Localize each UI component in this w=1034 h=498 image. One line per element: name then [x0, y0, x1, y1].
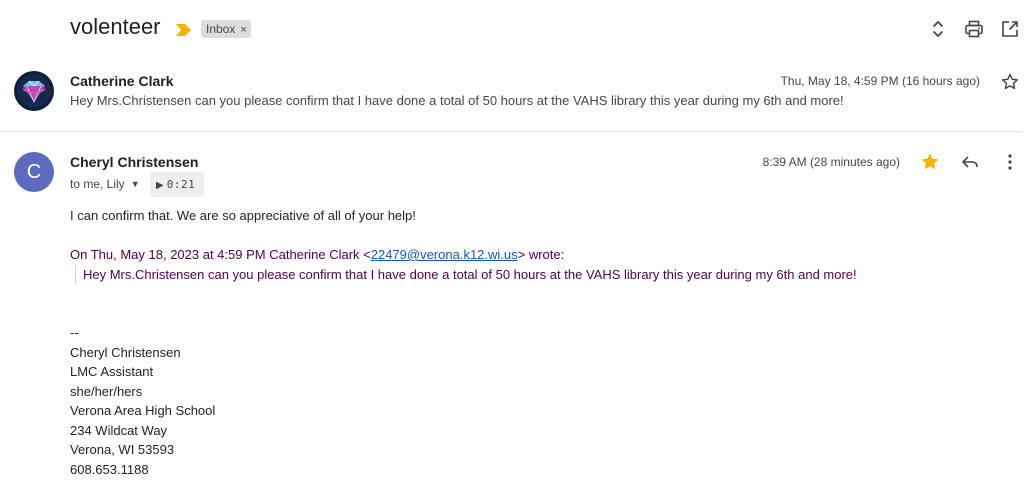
more-options-icon[interactable]	[1000, 152, 1020, 172]
signature-separator: --	[70, 325, 79, 340]
quote-header-suffix: > wrote:	[517, 247, 565, 262]
signature-title: LMC Assistant	[70, 364, 154, 379]
signature-phone: 608.653.1188	[70, 462, 149, 477]
recipients-text: to me, Lily	[70, 177, 125, 191]
catherine-avatar[interactable]	[14, 71, 54, 111]
audio-summary-button[interactable]: ▶ 0:21	[150, 172, 204, 197]
message-body: I can confirm that. We are so appreciati…	[70, 208, 416, 223]
star-icon[interactable]	[1000, 72, 1020, 92]
star-filled-icon[interactable]	[920, 152, 940, 172]
quote-header: On Thu, May 18, 2023 at 4:59 PM Catherin…	[70, 247, 564, 262]
play-icon: ▶	[156, 180, 164, 191]
quote-header-prefix: On Thu, May 18, 2023 at 4:59 PM Catherin…	[70, 247, 371, 262]
signature-school: Verona Area High School	[70, 403, 216, 418]
importance-marker-icon[interactable]	[176, 23, 191, 36]
message-date: Thu, May 18, 4:59 PM (16 hours ago)	[780, 74, 980, 88]
signature-street: 234 Wildcat Way	[70, 423, 168, 438]
print-icon[interactable]	[964, 19, 984, 39]
remove-label-icon[interactable]: ×	[240, 24, 246, 36]
message-snippet[interactable]: Hey Mrs.Christensen can you please confi…	[70, 93, 844, 108]
signature-pronouns: she/her/hers	[70, 384, 143, 399]
sender-name[interactable]: Cheryl Christensen	[70, 154, 198, 170]
recipients-line: to me, Lily ▼	[70, 177, 140, 191]
reply-icon[interactable]	[960, 152, 980, 172]
inbox-label-text: Inbox	[206, 22, 236, 36]
show-details-chevron-icon[interactable]: ▼	[131, 179, 140, 189]
sender-name[interactable]: Catherine Clark	[70, 73, 173, 89]
audio-duration: 0:21	[166, 178, 196, 191]
open-in-new-window-icon[interactable]	[1000, 19, 1020, 39]
message-date: 8:39 AM (28 minutes ago)	[762, 155, 900, 169]
quoted-text: Hey Mrs.Christensen can you please confi…	[83, 267, 857, 282]
inbox-label-chip: Inbox ×	[201, 20, 251, 38]
signature-name: Cheryl Christensen	[70, 345, 181, 360]
expand-collapse-icon[interactable]	[928, 19, 948, 39]
quote-bar	[75, 265, 76, 284]
signature-city: Verona, WI 53593	[70, 442, 175, 457]
thread-subject: volenteer	[70, 14, 161, 39]
message-divider	[0, 131, 1020, 132]
cheryl-avatar[interactable]: C	[14, 152, 54, 192]
sender-email-link[interactable]: 22479@verona.k12.wi.us	[371, 247, 518, 262]
